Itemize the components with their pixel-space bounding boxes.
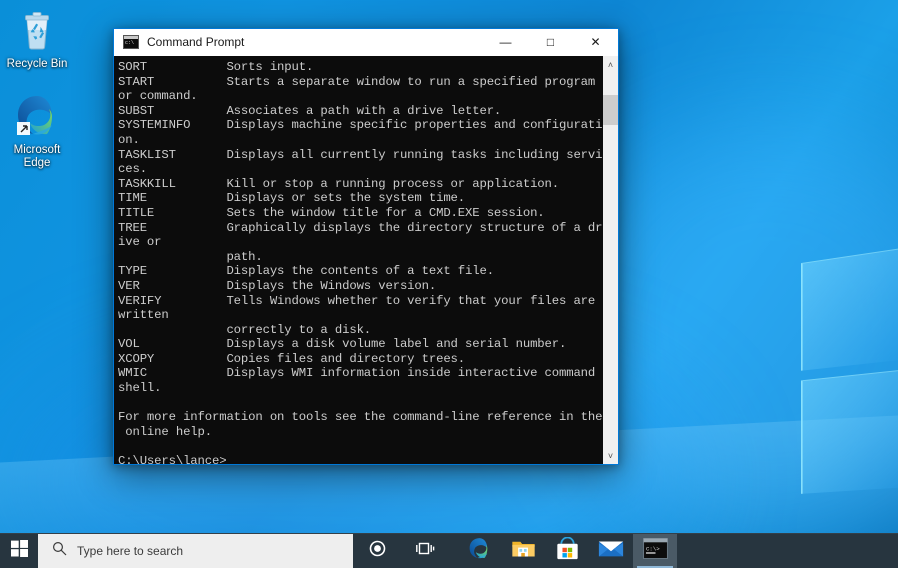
desktop-icon-label: Recycle Bin [6, 58, 68, 70]
minimize-button[interactable]: — [483, 29, 528, 56]
taskbar-command-prompt[interactable]: C:\> [633, 534, 677, 568]
console-output[interactable]: SORT Sorts input. START Starts a separat… [114, 56, 602, 464]
desktop-icon-recycle-bin[interactable]: Recycle Bin [0, 6, 74, 71]
scrollbar-down-arrow-icon[interactable]: ˅ [603, 447, 619, 464]
folder-icon [511, 537, 536, 565]
taskbar-edge[interactable] [457, 534, 501, 568]
windows-logo-icon [10, 540, 28, 562]
desktop-icon-microsoft-edge[interactable]: Microsoft Edge [0, 92, 74, 170]
scrollbar-thumb[interactable] [602, 95, 618, 125]
start-button[interactable] [0, 534, 38, 568]
scrollbar-up-arrow-icon[interactable]: ˄ [603, 56, 619, 73]
desktop[interactable]: Recycle Bin Microsoft Edge c:\ Command P… [0, 0, 898, 568]
cortana-button[interactable] [353, 534, 401, 568]
taskbar-app-list: C:\> [457, 534, 677, 568]
wallpaper-windows-logo-icon [800, 230, 898, 499]
window-title: Command Prompt [147, 35, 245, 49]
taskbar-file-explorer[interactable] [501, 534, 545, 568]
window-titlebar[interactable]: Command Prompt — □ ✕ [114, 29, 618, 56]
edge-icon [467, 536, 492, 566]
search-placeholder: Type here to search [77, 544, 184, 558]
search-input[interactable]: Type here to search [38, 534, 353, 568]
recycle-bin-icon [13, 6, 61, 54]
cmd-icon [123, 35, 139, 49]
task-view-icon [415, 540, 435, 562]
window-body: SORT Sorts input. START Starts a separat… [114, 56, 618, 464]
taskbar-mail[interactable] [589, 534, 633, 568]
command-prompt-window[interactable]: Command Prompt — □ ✕ SORT Sorts input. S… [113, 28, 619, 465]
edge-icon [13, 92, 61, 140]
console-scrollbar[interactable]: ˄ ˅ [602, 56, 618, 464]
svg-text:C:\>: C:\> [645, 545, 659, 552]
cortana-circle-icon [369, 540, 386, 562]
system-tray[interactable] [677, 534, 898, 568]
desktop-icon-label-line2: Edge [23, 157, 51, 169]
search-icon [52, 541, 67, 561]
cmd-icon: C:\> [642, 538, 668, 564]
mail-icon [598, 538, 624, 564]
maximize-button[interactable]: □ [528, 29, 573, 56]
store-icon [556, 536, 579, 566]
desktop-icon-label: Microsoft [13, 144, 61, 156]
close-button[interactable]: ✕ [573, 29, 618, 56]
taskbar-microsoft-store[interactable] [545, 534, 589, 568]
scrollbar-track[interactable] [602, 73, 618, 447]
taskbar: Type here to search C:\> [0, 533, 898, 568]
task-view-button[interactable] [401, 534, 449, 568]
